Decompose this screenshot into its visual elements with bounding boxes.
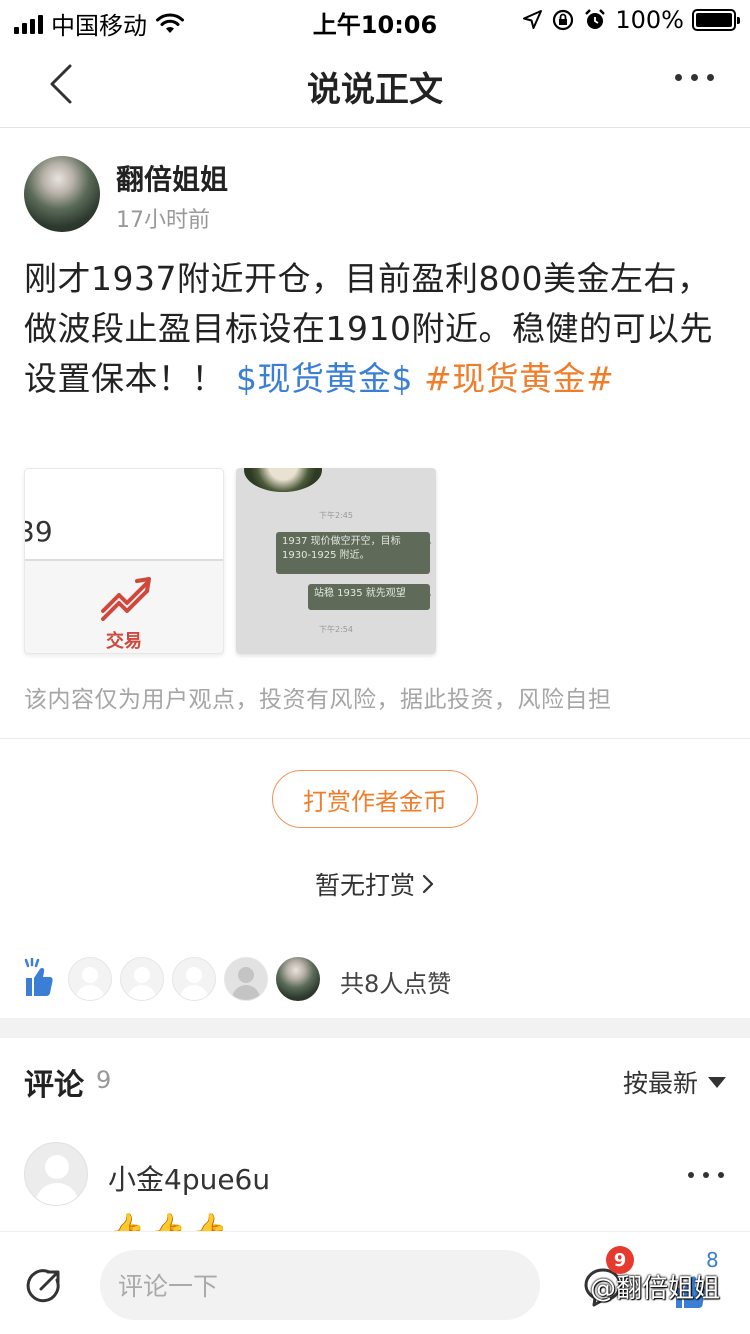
topic-tag-link[interactable]: #现货黄金# — [424, 359, 614, 398]
chat-bubble: 1937 现价做空开空，目标 1930-1925 附近。 — [276, 532, 431, 574]
author-name[interactable]: 翻倍姐姐 — [116, 158, 228, 198]
sort-label: 按最新 — [622, 1069, 698, 1098]
section-separator — [0, 1018, 750, 1038]
share-icon[interactable] — [24, 1266, 64, 1306]
comments-title: 评论 — [24, 1068, 84, 1103]
risk-disclaimer: 该内容仅为用户观点，投资有风险，据此投资，风险自担 — [24, 687, 612, 713]
liker-avatar[interactable] — [224, 957, 268, 1001]
nav-bar: 说说正文 — [0, 40, 750, 128]
liker-avatar[interactable] — [120, 957, 164, 1001]
caret-down-icon — [708, 1076, 726, 1088]
dot-icon — [718, 1172, 724, 1178]
page-title: 说说正文 — [307, 70, 443, 110]
alarm-icon — [585, 9, 606, 29]
comment-input-placeholder: 评论一下 — [118, 1272, 219, 1301]
dot-icon — [675, 74, 682, 81]
more-options-button[interactable] — [675, 74, 714, 81]
post-content: 刚才1937附近开仓，目前盈利800美金左右，做波段止盈目标设在1910附近。稳… — [24, 254, 726, 404]
rotation-lock-icon — [553, 9, 574, 31]
dot-icon — [688, 1172, 694, 1178]
stock-tag-link[interactable]: $现货黄金$ — [236, 359, 413, 398]
chat-time: 下午2:45 — [319, 511, 353, 520]
status-bar: 中国移动 上午10:06 100% — [0, 0, 750, 40]
cellular-signal-icon — [14, 14, 43, 34]
author-avatar[interactable] — [24, 156, 100, 232]
like-thumb-icon — [24, 958, 53, 996]
status-right: 100% — [521, 6, 740, 34]
image-panel — [25, 469, 223, 561]
author-watermark: @翻倍姐姐 — [590, 1274, 721, 1304]
reward-status-link[interactable]: 暂无打赏 — [0, 866, 750, 902]
bottom-action-bar: 评论一下 9 8 @翻倍姐姐 — [0, 1232, 750, 1334]
trade-trend-icon — [101, 577, 151, 621]
post-image-2[interactable]: 下午2:45 1937 现价做空开空，目标 1930-1925 附近。 站稳 1… — [236, 468, 436, 654]
chevron-right-icon — [422, 874, 434, 894]
commenter-avatar[interactable] — [24, 1142, 88, 1206]
comment-more-button[interactable] — [688, 1172, 724, 1178]
sticker-image — [244, 468, 322, 492]
comment-input[interactable]: 评论一下 — [100, 1250, 540, 1320]
liker-avatar[interactable] — [276, 957, 320, 1001]
location-arrow-icon — [523, 10, 543, 29]
carrier-name: 中国移动 — [51, 12, 147, 40]
comments-count: 9 — [96, 1066, 112, 1094]
trade-label: 交易 — [106, 631, 142, 652]
reward-author-button[interactable]: 打赏作者金币 — [272, 770, 478, 828]
liker-avatar[interactable] — [172, 957, 216, 1001]
reward-status-text: 暂无打赏 — [314, 871, 415, 900]
post-image-1[interactable]: 39 交易 — [24, 468, 224, 654]
image-number: 39 — [25, 515, 53, 548]
commenter-name[interactable]: 小金4pue6u — [108, 1158, 270, 1198]
chat-bubble: 站稳 1935 就先观望 — [308, 584, 431, 610]
dot-icon — [703, 1172, 709, 1178]
dot-icon — [691, 74, 698, 81]
sort-dropdown[interactable]: 按最新 — [623, 1064, 726, 1100]
battery-percent: 100% — [615, 6, 684, 34]
dot-icon — [707, 74, 714, 81]
status-left: 中国移动 — [14, 6, 185, 41]
like-summary[interactable]: 共8人点赞 — [340, 964, 451, 999]
chat-time: 下午2:54 — [319, 625, 353, 634]
back-button[interactable] — [40, 62, 84, 106]
divider — [0, 738, 750, 739]
liker-avatar[interactable] — [68, 957, 112, 1001]
battery-icon — [692, 9, 740, 31]
post-time: 17小时前 — [116, 208, 210, 233]
wifi-icon — [156, 12, 184, 33]
